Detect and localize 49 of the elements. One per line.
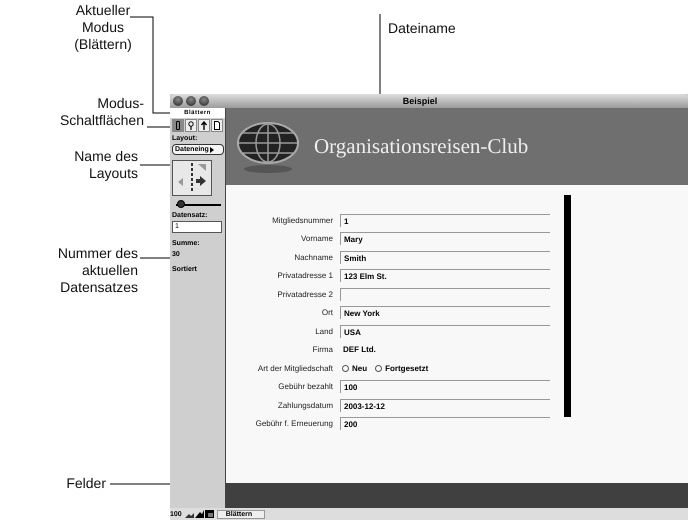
- field-label: Gebühr bezahlt: [277, 382, 333, 392]
- callout-label: Aktueller Modus (Blättern): [73, 2, 133, 52]
- leader-line: [146, 126, 172, 128]
- input-field[interactable]: 100: [340, 380, 550, 394]
- input-field[interactable]: 123 Elm St.: [340, 269, 550, 282]
- callout-label: Nummer des aktuellen Datensatzes: [56, 245, 138, 296]
- mode-button[interactable]: [172, 119, 184, 132]
- callout-label: Felder: [65, 475, 106, 492]
- caret-icon: [210, 146, 214, 152]
- page-icon: [214, 121, 220, 130]
- field-label: Nachname: [293, 252, 333, 262]
- window-title: Beispiel: [402, 96, 438, 106]
- field-label: Gebühr f. Erneuerung: [254, 419, 333, 428]
- field-label: Vorname: [300, 234, 333, 244]
- status-toggle-icon[interactable]: [204, 510, 214, 518]
- leader-line: [140, 164, 172, 166]
- input-field[interactable]: 1: [340, 214, 550, 227]
- mode-button[interactable]: [211, 119, 223, 132]
- input-field[interactable]: New York: [340, 306, 550, 320]
- mode-button[interactable]: [198, 119, 210, 132]
- radio-label: Fortgesetzt: [384, 364, 428, 373]
- radio-button[interactable]: [342, 364, 349, 372]
- radio-label: Neu: [351, 364, 368, 373]
- callout-label: Dateiname: [388, 20, 457, 37]
- mode-button[interactable]: [185, 119, 197, 132]
- zoom-in-icon[interactable]: [194, 510, 204, 518]
- field-label: Zahlungsdatum: [276, 400, 333, 410]
- input-field[interactable]: 200: [340, 417, 550, 430]
- field-label: Mitgliedsnummer: [271, 216, 333, 225]
- input-field[interactable]: 2003-12-12: [340, 398, 550, 412]
- field-label: Land: [314, 326, 333, 336]
- field-label: Art der Mitgliedschaft: [256, 364, 333, 373]
- input-field[interactable]: Mary: [340, 232, 550, 246]
- input-field[interactable]: Smith: [340, 250, 550, 264]
- club-title: Organisationsreisen-Club: [314, 134, 528, 159]
- slider-thumb[interactable]: [176, 200, 184, 208]
- input-field[interactable]: USA: [340, 324, 550, 338]
- book-icon[interactable]: [172, 160, 212, 196]
- callout-label: Name des Layouts: [73, 148, 138, 182]
- field-label: Ort: [320, 308, 333, 318]
- arrow-up-icon: [201, 121, 207, 130]
- field-value: DEF Ltd.: [342, 345, 376, 354]
- magnifier-icon: [188, 121, 194, 130]
- field-label: Privatadresse 1: [276, 271, 333, 280]
- field-label: Privatadresse 2: [276, 290, 333, 299]
- input-field[interactable]: [340, 288, 550, 301]
- radio-button[interactable]: [375, 364, 382, 372]
- callout-label: Modus-Schaltflächen: [58, 95, 144, 129]
- field-label: Firma: [312, 345, 333, 354]
